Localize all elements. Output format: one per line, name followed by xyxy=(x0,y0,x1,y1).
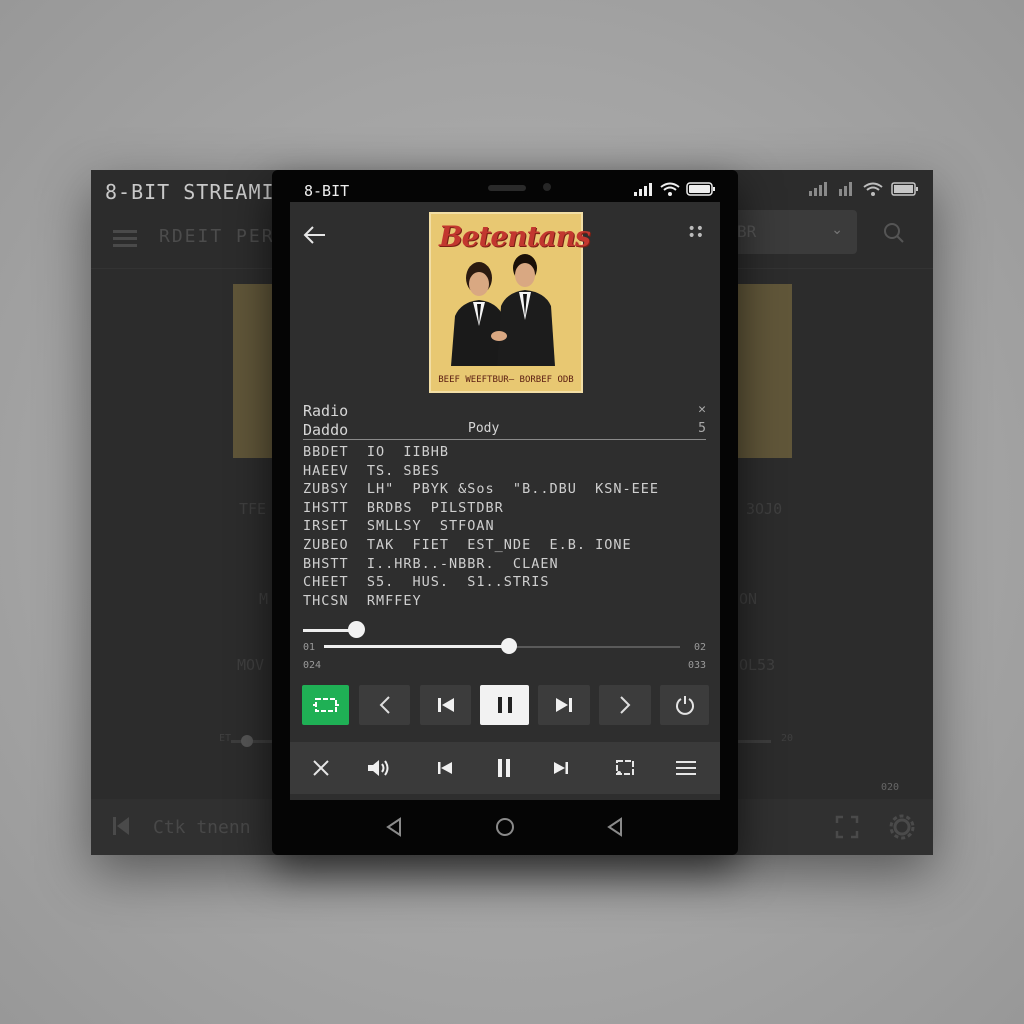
list-item[interactable]: BHSTT I..HRB..-NBBR. CLAEN xyxy=(303,555,710,574)
album-art: Betentans BEEF WEEFTBUR— BORBEF ODB xyxy=(429,212,591,393)
menu-icon xyxy=(676,761,696,775)
desktop-slider-time: 20 xyxy=(781,733,794,744)
system-nav-bar xyxy=(272,810,738,844)
pause-button[interactable] xyxy=(480,685,529,725)
fullscreen-icon[interactable] xyxy=(835,815,859,839)
signal-icon xyxy=(634,182,652,196)
phone-camera xyxy=(543,183,551,191)
home-circle-icon[interactable] xyxy=(494,816,516,838)
skip-forward-button[interactable] xyxy=(549,756,573,780)
seek-progress xyxy=(324,645,510,648)
desktop-dropdown[interactable]: BR ⌄ xyxy=(727,210,857,254)
battery-icon xyxy=(686,182,715,196)
wifi-icon xyxy=(660,182,680,196)
repeat-icon xyxy=(312,698,339,712)
search-icon[interactable] xyxy=(883,222,905,244)
cast-button[interactable] xyxy=(613,756,637,780)
chevron-down-icon: ⌄ xyxy=(831,222,843,238)
list-item[interactable]: BBDET IO IIBHB xyxy=(303,443,710,462)
skip-forward-icon xyxy=(554,762,568,774)
battery-icon xyxy=(891,182,918,196)
desktop-ghost-text: MOV xyxy=(237,656,265,674)
status-carrier: 8-BIT xyxy=(304,182,350,200)
menu-button[interactable] xyxy=(674,756,698,780)
station-label: Radio xyxy=(303,402,349,420)
list-divider xyxy=(303,439,706,440)
list-item[interactable]: CHEET S5. HUS. S1..STRIS xyxy=(303,573,710,592)
skip-back-icon xyxy=(437,698,454,712)
seek-knob[interactable] xyxy=(501,638,518,654)
wifi-icon xyxy=(863,182,883,196)
desktop-slider-time: ET xyxy=(219,733,232,744)
desktop-nav-tabs[interactable]: RDEIT PERI xyxy=(159,226,287,247)
podcast-label: Pody xyxy=(468,421,500,436)
power-button[interactable] xyxy=(660,685,709,725)
repeat-button[interactable] xyxy=(302,685,349,725)
desktop-album-art-right xyxy=(734,284,792,458)
desktop-app-title: 8-BIT STREAMIN xyxy=(105,180,288,204)
remaining-time: 02 xyxy=(693,642,706,653)
signal-icon-2 xyxy=(839,182,852,196)
skip-back-icon xyxy=(438,762,452,774)
volume-button[interactable] xyxy=(367,756,391,780)
desktop-status-icons xyxy=(809,182,919,196)
desktop-ghost-text: TFE xyxy=(239,500,267,518)
desktop-ghost-text: OL53 xyxy=(739,656,776,674)
pause-icon xyxy=(497,697,512,713)
previous-chevron-button[interactable] xyxy=(359,685,410,725)
elapsed-time: 01 xyxy=(303,642,316,653)
close-button[interactable] xyxy=(309,756,333,780)
back-arrow-icon[interactable] xyxy=(302,222,328,248)
power-icon xyxy=(675,696,694,715)
bottom-toolbar xyxy=(290,742,720,794)
album-caption: BEEF WEEFTBUR— BORBEF ODB xyxy=(438,375,574,385)
skip-forward-button[interactable] xyxy=(538,685,590,725)
playback-controls xyxy=(302,685,709,727)
desktop-ghost-text: M xyxy=(259,590,269,608)
more-options-icon[interactable]: •• •• xyxy=(687,222,704,243)
desktop-small-label: 020 xyxy=(881,782,900,793)
duration-label: 033 xyxy=(687,660,706,671)
list-item[interactable]: HAEEV TS. SBES xyxy=(303,462,710,481)
track-list: BBDET IO IIBHB HAEEV TS. SBES ZUBSY LH" … xyxy=(303,443,710,610)
phone-speaker xyxy=(488,185,526,191)
gear-icon[interactable] xyxy=(889,814,915,840)
list-item[interactable]: IRSET SMLLSY STFOAN xyxy=(303,517,710,536)
list-item[interactable]: IHSTT BRDBS PILSTDBR xyxy=(303,499,710,518)
next-chevron-button[interactable] xyxy=(599,685,651,725)
chevron-right-icon xyxy=(620,696,631,714)
list-item[interactable]: ZUBSY LH" PBYK &Sos "B..DBU KSN-EEE xyxy=(303,480,710,499)
desktop-bottom-text: Ctk tnenn xyxy=(153,817,251,838)
desktop-ghost-text: ON xyxy=(739,590,758,608)
cast-icon xyxy=(616,760,634,775)
list-item[interactable]: ZUBEO TAK FIET EST_NDE E.B. IONE xyxy=(303,536,710,555)
track-count: 5 xyxy=(698,421,706,436)
player-screen: •• •• Betentans BEEF WEEFTBUR— BORBEF ODB xyxy=(290,202,720,800)
skip-back-button[interactable] xyxy=(420,685,471,725)
volume-knob[interactable] xyxy=(348,621,365,638)
phone-device: 8-BIT •• •• Betentans BEEF WEEFTBUR— BOR… xyxy=(272,170,738,855)
chevron-left-icon xyxy=(379,696,390,714)
skip-forward-icon xyxy=(556,698,572,712)
album-photo xyxy=(451,254,555,366)
pause-icon xyxy=(498,759,510,777)
skip-back-button[interactable] xyxy=(433,756,457,780)
close-icon[interactable]: ✕ xyxy=(698,402,706,417)
position-label: 024 xyxy=(303,660,322,671)
skip-back-icon[interactable] xyxy=(111,815,131,837)
phone-status-icons xyxy=(634,182,716,196)
volume-icon xyxy=(368,760,389,776)
desktop-menu-icon[interactable] xyxy=(113,226,137,251)
album-title-logo: Betentans xyxy=(439,220,591,253)
desktop-dropdown-value: BR xyxy=(737,222,757,241)
signal-icon xyxy=(809,182,827,196)
close-icon xyxy=(313,760,329,776)
list-item[interactable]: THCSN RMFFEY xyxy=(303,592,710,611)
desktop-seek-knob[interactable] xyxy=(241,735,253,747)
station-name: Daddo xyxy=(303,421,349,439)
back-triangle-icon[interactable] xyxy=(383,816,405,838)
desktop-ghost-text: 3OJ0 xyxy=(746,500,783,518)
recent-triangle-icon[interactable] xyxy=(604,816,626,838)
pause-button[interactable] xyxy=(492,756,516,780)
